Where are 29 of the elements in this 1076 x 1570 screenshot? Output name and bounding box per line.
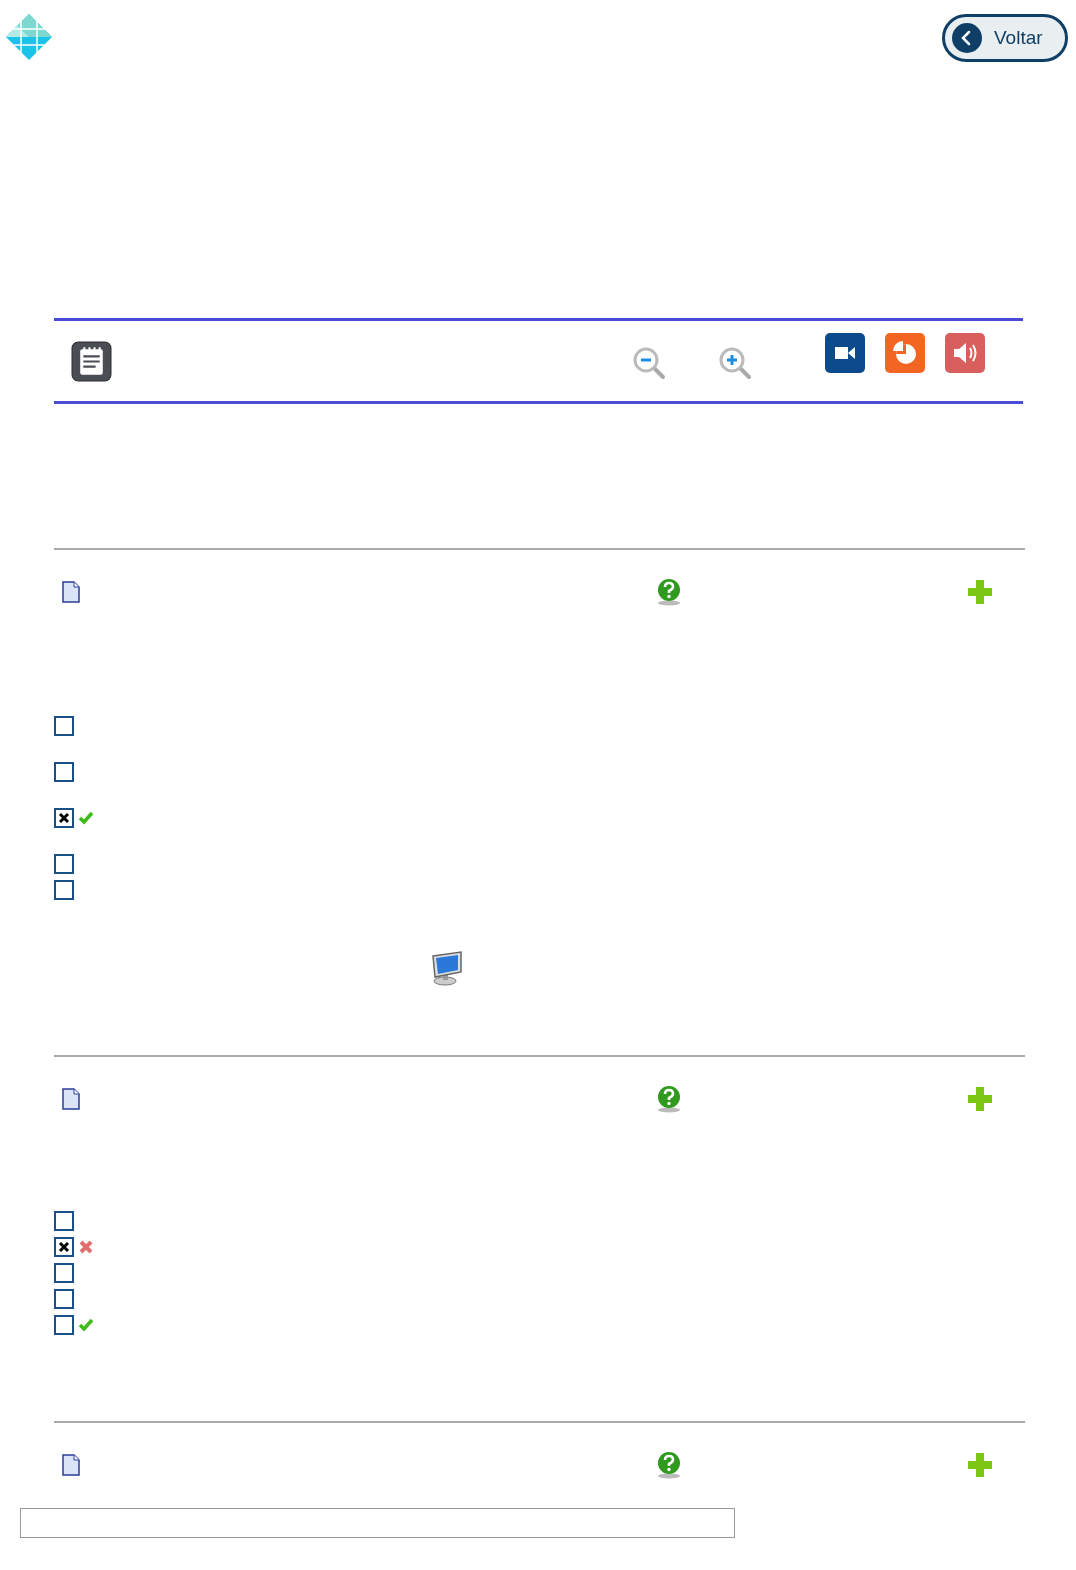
checkbox[interactable] <box>54 1315 74 1335</box>
checkbox[interactable] <box>54 1289 74 1309</box>
checkbox[interactable] <box>54 716 74 736</box>
zoom-in-icon[interactable] <box>719 347 753 381</box>
checkbox[interactable] <box>54 1263 74 1283</box>
chevron-left-icon <box>952 23 982 53</box>
logo-icon <box>6 14 52 60</box>
checkbox[interactable] <box>54 762 74 782</box>
checkmark-icon <box>78 810 94 826</box>
checkmark-icon <box>78 1317 94 1333</box>
document-icon <box>62 581 80 603</box>
document-icon <box>62 1088 80 1110</box>
checkbox[interactable] <box>54 1237 74 1257</box>
input-field[interactable] <box>20 1508 735 1538</box>
help-icon[interactable] <box>656 1451 682 1479</box>
checkbox[interactable] <box>54 1211 74 1231</box>
back-button[interactable]: Voltar <box>942 14 1068 62</box>
pie-chart-icon[interactable] <box>885 333 925 373</box>
checkbox[interactable] <box>54 854 74 874</box>
document-icon <box>62 1454 80 1476</box>
help-icon[interactable] <box>656 578 682 606</box>
monitor-icon <box>430 950 464 986</box>
notepad-icon[interactable] <box>71 340 112 382</box>
help-icon[interactable] <box>656 1085 682 1113</box>
checkbox[interactable] <box>54 808 74 828</box>
speaker-icon[interactable] <box>945 333 985 373</box>
checkbox[interactable] <box>54 880 74 900</box>
video-camera-icon[interactable] <box>825 333 865 373</box>
cross-icon <box>78 1239 94 1255</box>
